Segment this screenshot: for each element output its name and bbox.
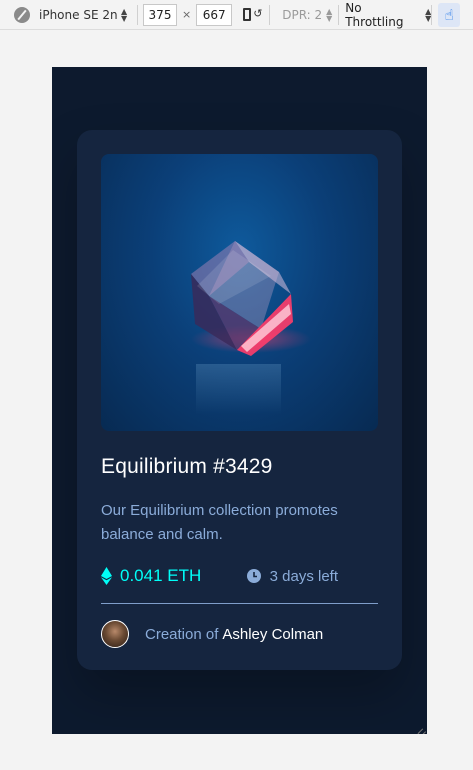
chevron-updown-icon: ▲ ▼ <box>121 6 128 23</box>
divider <box>137 4 138 25</box>
nft-description: Our Equilibrium collection promotes bala… <box>101 502 338 543</box>
dpr-label: DPR: 2 <box>282 7 323 22</box>
creator-info: Creation of Ashley Colman <box>101 620 378 648</box>
price-value: 0.041 ETH <box>120 566 202 585</box>
divider <box>269 4 271 25</box>
price: 0.041 ETH <box>101 566 201 586</box>
avatar <box>101 620 129 648</box>
device-viewport: Equilibrium #3429 Our Equilibrium collec… <box>52 67 427 734</box>
throttling-label: No Throttling <box>345 0 404 29</box>
device-select[interactable]: iPhone SE 2n... ▲▼ <box>0 0 137 30</box>
rotate-icon <box>243 7 252 21</box>
clock-icon <box>246 569 261 583</box>
width-input[interactable]: 375 <box>143 3 177 26</box>
nft-image[interactable] <box>101 154 378 431</box>
card-divider <box>101 603 378 604</box>
arrow-icon: ↺ <box>253 6 263 20</box>
touch-toggle-button[interactable]: ☝ <box>438 2 461 27</box>
devtools-device-toolbar: iPhone SE 2n... ▲▼ 375 × 667 ↺ DPR: 2 ▲▼… <box>0 0 473 30</box>
nft-stats: 0.041 ETH 3 days left <box>101 564 378 588</box>
compass-icon <box>14 6 30 23</box>
chevron-updown-icon: ▲ ▼ <box>326 6 333 23</box>
divider <box>431 4 433 25</box>
height-input[interactable]: 667 <box>196 3 233 26</box>
time-left-value: 3 days left <box>269 567 338 585</box>
dpr-select[interactable]: DPR: 2 ▲ ▼ <box>282 6 338 23</box>
creator-prefix: Creation of <box>145 625 219 643</box>
time-left: 3 days left <box>246 567 338 585</box>
touch-icon: ☝ <box>444 5 454 24</box>
resize-handle[interactable] <box>415 722 426 734</box>
nft-title[interactable]: Equilibrium #3429 <box>101 455 378 479</box>
cube-illustration <box>191 241 311 414</box>
creator-name-link[interactable]: Ashley Colman <box>222 626 323 643</box>
device-name: iPhone SE 2n... <box>39 7 117 22</box>
divider <box>338 4 340 25</box>
rotate-button[interactable]: ↺ <box>241 4 263 26</box>
ethereum-icon <box>101 567 112 585</box>
nft-card: Equilibrium #3429 Our Equilibrium collec… <box>77 130 402 670</box>
throttling-select[interactable]: No Throttling ▲ ▼ <box>345 1 431 29</box>
times-label: × <box>182 8 192 21</box>
